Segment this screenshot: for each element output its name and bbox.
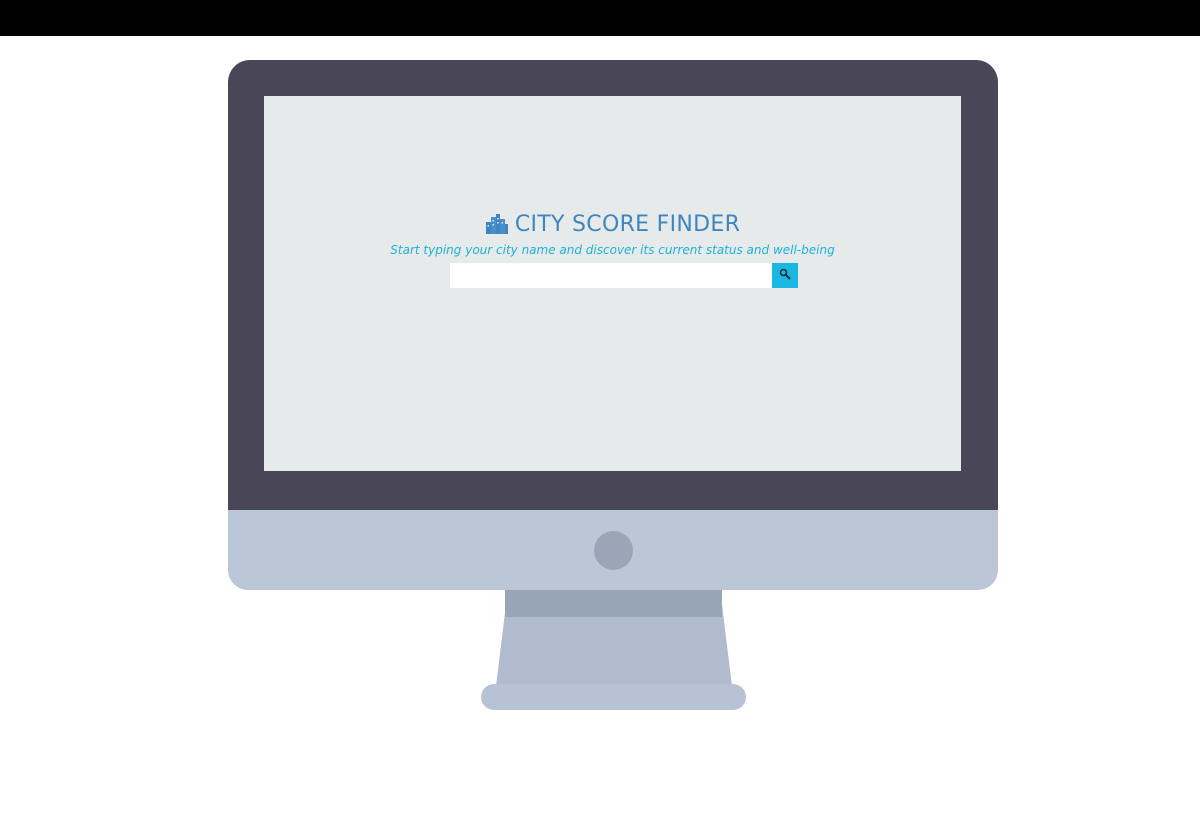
search-input[interactable] (450, 263, 772, 288)
search-icon (779, 268, 791, 283)
page-subtitle: Start typing your city name and discover… (390, 243, 835, 257)
top-black-bar (0, 0, 1200, 36)
search-bar (450, 263, 798, 288)
search-button[interactable] (772, 263, 798, 288)
monitor-stand-shadow (505, 590, 722, 617)
page-title-text: CITY SCORE FINDER (514, 212, 741, 237)
city-icon (485, 212, 509, 234)
monitor-stand-base (481, 684, 746, 710)
app-screen: CITY SCORE FINDER Start typing your city… (264, 96, 961, 471)
page-title: CITY SCORE FINDER (264, 212, 961, 237)
monitor-logo-button (594, 531, 633, 570)
